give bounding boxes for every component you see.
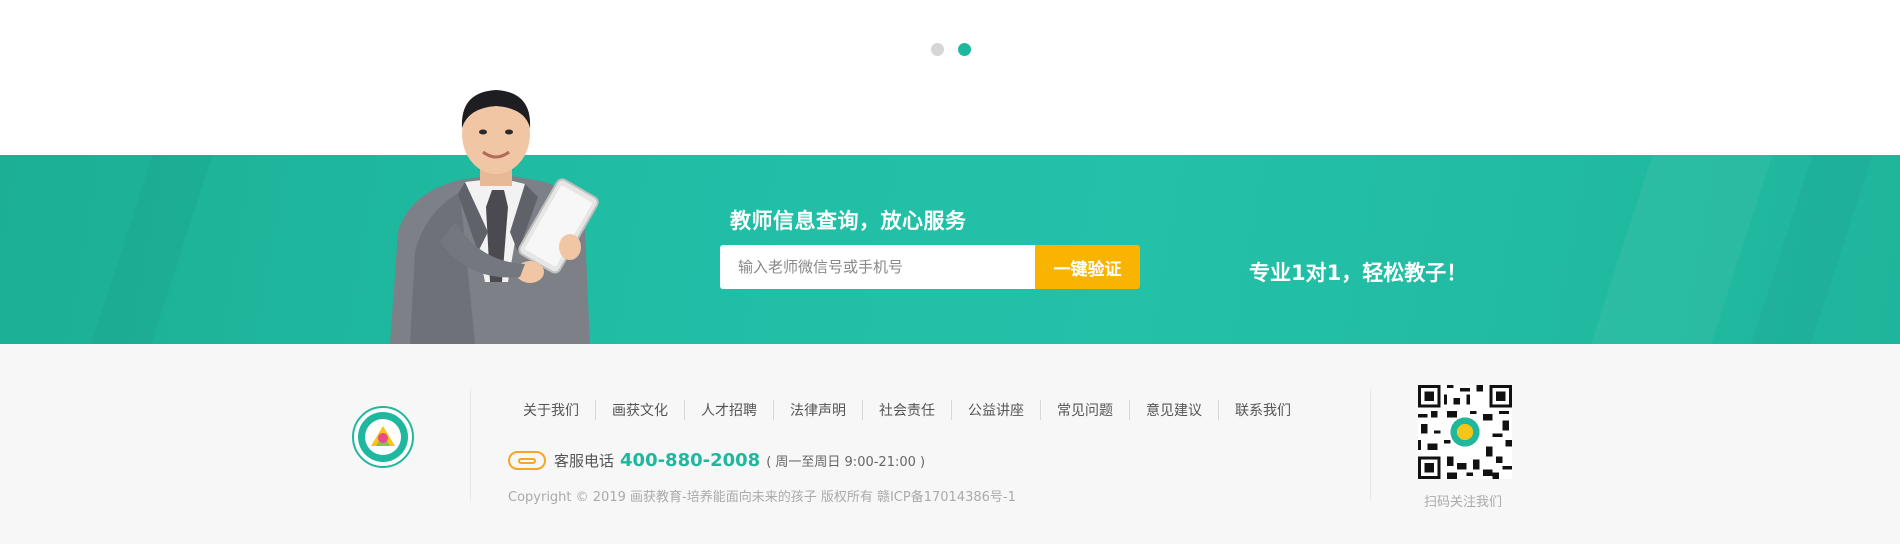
banner-decoration: [81, 155, 219, 344]
qr-caption: 扫码关注我们: [1424, 495, 1503, 510]
teacher-illustration: [390, 90, 599, 344]
phone-number: 400-880-2008: [620, 450, 761, 471]
footer-link-feedback[interactable]: 意见建议: [1130, 400, 1218, 420]
phone-hours: ( 周一至周日 9:00-21:00 ): [766, 455, 926, 470]
banner-decoration: [1581, 155, 1779, 344]
footer-link-culture[interactable]: 画获文化: [596, 400, 684, 420]
phone-label: 客服电话: [554, 452, 615, 470]
page: 教师信息查询，放心服务 一键验证 专业1对1，轻松教子！: [0, 0, 1900, 544]
carousel-dot-1[interactable]: [931, 43, 944, 56]
copyright: Copyright © 2019 画获教育-培养能面向未来的孩子 版权所有 赣I…: [508, 490, 1016, 505]
footer: 关于我们 画获文化 人才招聘 法律声明 社会责任 公益讲座 常见问题 意见建议 …: [0, 344, 1900, 544]
teacher-search-form: 一键验证: [720, 245, 1140, 289]
footer-divider: [470, 389, 471, 501]
footer-link-faq[interactable]: 常见问题: [1041, 400, 1129, 420]
footer-link-about[interactable]: 关于我们: [507, 400, 595, 420]
verify-button[interactable]: 一键验证: [1035, 245, 1140, 289]
carousel-dots: [931, 43, 971, 56]
footer-link-legal[interactable]: 法律声明: [774, 400, 862, 420]
footer-nav: 关于我们 画获文化 人才招聘 法律声明 社会责任 公益讲座 常见问题 意见建议 …: [507, 400, 1307, 420]
banner-title: 教师信息查询，放心服务: [730, 209, 967, 233]
footer-link-social-responsibility[interactable]: 社会责任: [863, 400, 951, 420]
teacher-search-input[interactable]: [720, 245, 1035, 289]
teacher-verify-banner: 教师信息查询，放心服务 一键验证 专业1对1，轻松教子！: [0, 155, 1900, 344]
phone-icon: [508, 451, 546, 470]
customer-service: 客服电话 400-880-2008 ( 周一至周日 9:00-21:00 ): [508, 450, 925, 471]
footer-link-careers[interactable]: 人才招聘: [685, 400, 773, 420]
footer-link-lectures[interactable]: 公益讲座: [952, 400, 1040, 420]
qr-code: [1418, 385, 1512, 479]
banner-slogan: 专业1对1，轻松教子！: [1249, 261, 1468, 285]
footer-link-contact[interactable]: 联系我们: [1219, 400, 1307, 420]
footer-divider: [1370, 389, 1371, 501]
carousel-dot-2[interactable]: [958, 43, 971, 56]
brand-logo-icon: [352, 406, 414, 468]
